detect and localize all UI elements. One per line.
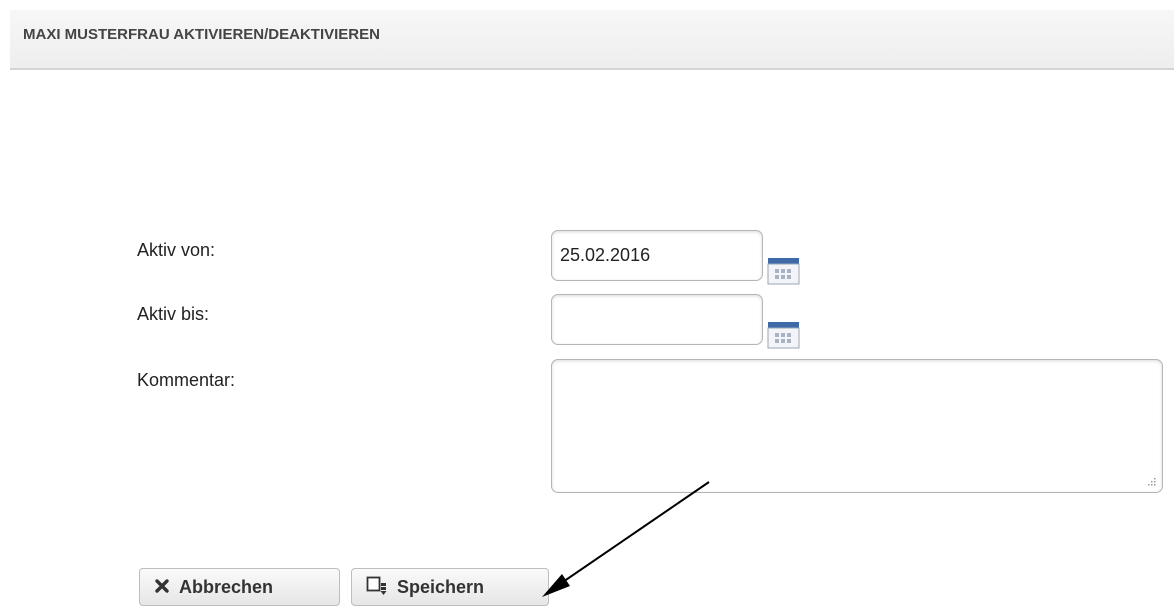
cancel-button[interactable]: Abbrechen: [139, 568, 340, 606]
resize-grip-icon[interactable]: [1146, 477, 1156, 487]
active-from-label: Aktiv von:: [137, 240, 216, 260]
dialog-title: MAXI MUSTERFRAU AKTIVIEREN/DEAKTIVIEREN: [23, 26, 380, 43]
calendar-icon[interactable]: [767, 321, 800, 351]
save-button-label: Speichern: [397, 576, 485, 597]
cancel-button-label: Abbrechen: [179, 576, 274, 597]
comment-textarea[interactable]: [551, 359, 1163, 493]
save-button[interactable]: Speichern: [351, 568, 549, 606]
active-until-label: Aktiv bis:: [137, 304, 210, 324]
save-icon: [366, 576, 388, 599]
comment-label: Kommentar:: [137, 370, 236, 390]
calendar-icon[interactable]: [767, 257, 800, 287]
close-icon: [154, 578, 170, 597]
active-until-input[interactable]: [551, 294, 763, 345]
active-from-input[interactable]: [551, 230, 763, 281]
